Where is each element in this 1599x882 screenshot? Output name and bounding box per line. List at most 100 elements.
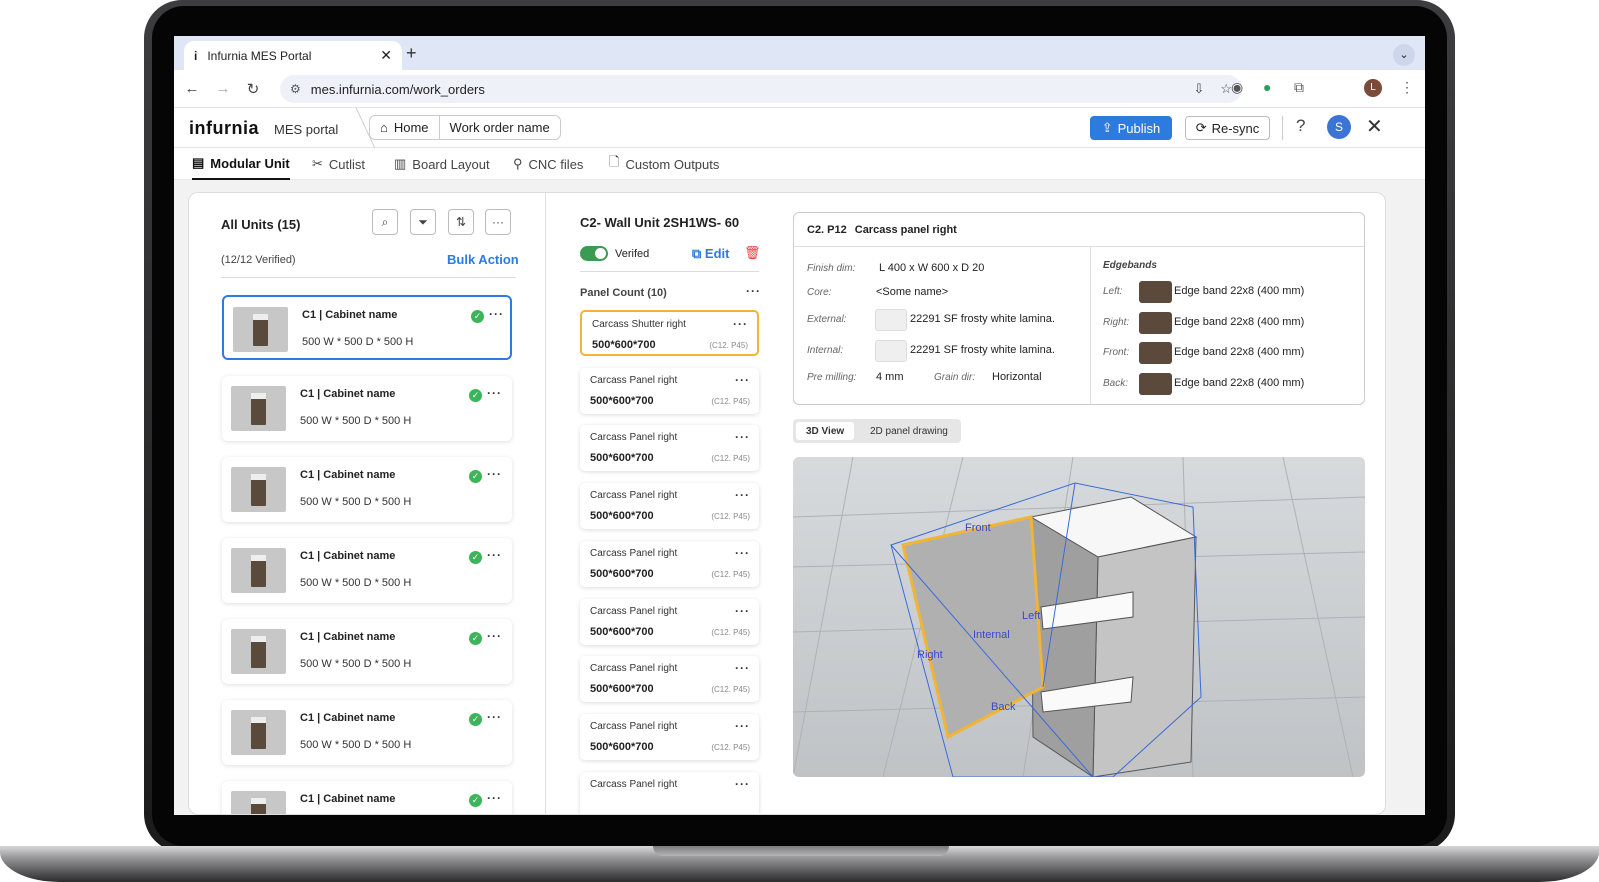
unit-more-icon[interactable]: ··· <box>487 791 502 805</box>
cutlist-icon: ✂ <box>312 156 323 171</box>
app-header: infurnia MES portal ⌂ Home Work order na… <box>174 108 1425 148</box>
unit-more-icon[interactable]: ··· <box>487 629 502 643</box>
panel-more-icon[interactable]: ··· <box>735 661 750 675</box>
panel-name: Carcass Panel right <box>590 490 678 502</box>
unit-card[interactable]: C1 | Cabinet name 500 W * 500 D * 500 H ✓ ·… <box>222 619 512 684</box>
breadcrumb-work-order[interactable]: Work order name <box>438 116 560 139</box>
screen: i Infurnia MES Portal ✕ + ⌄ ← → ↻ ⚙ mes.… <box>174 36 1425 815</box>
site-info-icon[interactable]: ⚙ <box>290 82 301 96</box>
panel-card[interactable]: Carcass Panel right 500*600*700 (C12. P45)… <box>580 483 759 530</box>
portal-label: MES portal <box>274 122 339 137</box>
unit-more-icon[interactable]: ··· <box>487 467 502 481</box>
back-icon[interactable]: ← <box>177 80 207 97</box>
unit-thumbnail <box>233 307 288 352</box>
panel-more-icon[interactable]: ··· <box>735 604 750 618</box>
unit-name: C1 | Cabinet name <box>300 631 396 643</box>
unit-card[interactable]: C1 | Cabinet name500 W * 500 D * 500 H✓·… <box>222 376 512 441</box>
new-tab-icon[interactable]: + <box>406 43 417 64</box>
edit-button[interactable]: ⧉ Edit <box>692 246 729 262</box>
delete-icon[interactable]: 🗑 <box>744 245 761 261</box>
panel-card[interactable]: Carcass Panel right 500*600*700 (C12. P45)… <box>580 656 759 703</box>
address-bar[interactable]: ⚙ mes.infurnia.com/work_orders ⇩ ☆ <box>280 75 1242 103</box>
panel-card[interactable]: Carcass Shutter right 500*600*700 (C12. P4… <box>580 310 759 356</box>
verified-check-icon: ✓ <box>469 632 482 645</box>
browser-profile-avatar[interactable]: L <box>1364 79 1382 97</box>
panel-more-icon[interactable]: ··· <box>735 777 750 791</box>
tab-custom-outputs[interactable]: 🗋 Custom Outputs <box>609 148 719 180</box>
install-icon[interactable]: ⇩ <box>1193 81 1204 97</box>
units-title: All Units (15) <box>221 217 301 232</box>
panel-card[interactable]: Carcass Panel right 500*600*700 (C12. P45)… <box>580 367 759 414</box>
panel-code: (C12. P45) <box>711 627 750 637</box>
reload-icon[interactable]: ↻ <box>238 80 268 98</box>
unit-card[interactable]: C1 | Cabinet name500 W * 500 D * 500 H✓·… <box>222 457 512 522</box>
unit-thumbnail <box>231 629 286 674</box>
more-button[interactable]: ··· <box>485 209 511 235</box>
unit-dimensions: 500 W * 500 D * 500 H <box>300 658 412 670</box>
unit-more-icon[interactable]: ··· <box>487 386 502 400</box>
panel-more-icon[interactable]: ··· <box>735 546 750 560</box>
tab-3d-view[interactable]: 3D View <box>796 422 855 440</box>
cabinet-model <box>901 496 1198 777</box>
tab-cutlist[interactable]: ✂ Cutlist <box>312 148 365 180</box>
resync-button[interactable]: ⟳ Re-sync <box>1185 116 1270 140</box>
edgebands-title: Edgebands <box>1103 260 1157 271</box>
browser-menu-icon[interactable]: ⋮ <box>1400 79 1414 96</box>
panel-list-divider <box>580 271 759 272</box>
panel-count-more-icon[interactable]: ··· <box>746 284 761 298</box>
edgeband-swatch <box>1139 281 1172 303</box>
tab-close-icon[interactable]: ✕ <box>380 47 392 64</box>
forward-icon[interactable]: → <box>208 80 238 97</box>
panel-more-icon[interactable]: ··· <box>733 317 748 331</box>
unit-card[interactable]: C1 | Cabinet name500 W * 500 D * 500 H✓·… <box>222 538 512 603</box>
tab-title: Infurnia MES Portal <box>207 48 312 63</box>
unit-card[interactable]: C1 | Cabinet name500 W * 500 D * 500 H✓·… <box>222 295 512 360</box>
tab-2d-panel-drawing[interactable]: 2D panel drawing <box>860 422 958 440</box>
resync-label: Re-sync <box>1211 120 1260 136</box>
view-toggle: 3D View 2D panel drawing <box>793 419 961 443</box>
panel-name: Carcass Panel right <box>590 547 678 559</box>
panel-code: (C12. P45) <box>709 341 748 350</box>
panel-more-icon[interactable]: ··· <box>735 373 750 387</box>
grammarly-icon[interactable]: ● <box>1263 79 1271 95</box>
panel-card[interactable]: Carcass Panel right 500*600*700 (C12. P45)… <box>580 713 759 760</box>
tab-cnc-files[interactable]: ⚲ CNC files <box>513 148 583 180</box>
panel-card[interactable]: Carcass Panel right 500*600*700 (C12. P45)… <box>580 540 759 587</box>
panel-name: Carcass Shutter right <box>592 319 686 330</box>
panel-card[interactable]: Carcass Panel right ··· <box>580 771 759 814</box>
unit-card[interactable]: C1 | Cabinet name500 W * 500 D * 500 H✓·… <box>222 781 512 814</box>
sort-button[interactable]: ⇅ <box>448 209 474 235</box>
panel-card[interactable]: Carcass Panel right 500*600*700 (C12. P45)… <box>580 425 759 472</box>
help-icon[interactable]: ? <box>1296 116 1305 136</box>
unit-name: C1 | Cabinet name <box>300 712 396 724</box>
tab-search-icon[interactable]: ⌄ <box>1393 44 1415 66</box>
verified-toggle[interactable] <box>580 246 608 261</box>
unit-name: C1 | Cabinet name <box>300 469 396 481</box>
panel-code: (C12. P45) <box>711 685 750 695</box>
3d-viewer[interactable]: Front Left Internal Right Back <box>793 457 1365 777</box>
search-button[interactable]: ⌕ <box>372 209 398 235</box>
tab-label: CNC files <box>528 156 584 172</box>
unit-more-icon[interactable]: ··· <box>489 307 504 321</box>
panel-code: (C12. P45) <box>711 569 750 579</box>
breadcrumb-home[interactable]: ⌂ Home <box>370 116 439 139</box>
extensions-icon[interactable]: ⧉ <box>1294 79 1304 96</box>
bulk-action-button[interactable]: Bulk Action <box>447 252 519 267</box>
unit-more-icon[interactable]: ··· <box>487 710 502 724</box>
user-avatar[interactable]: S <box>1327 115 1351 139</box>
unit-card[interactable]: C1 | Cabinet name500 W * 500 D * 500 H✓·… <box>222 700 512 765</box>
publish-button[interactable]: ⇪ Publish <box>1090 116 1172 140</box>
panel-card[interactable]: Carcass Panel right 500*600*700 (C12. P45)… <box>580 598 759 645</box>
close-icon[interactable]: ✕ <box>1366 114 1383 139</box>
tab-board-layout[interactable]: ▥ Board Layout <box>394 148 490 180</box>
camera-icon[interactable]: ◉ <box>1231 79 1243 96</box>
filter-button[interactable]: ⏷ <box>410 209 436 235</box>
panel-more-icon[interactable]: ··· <box>735 719 750 733</box>
panel-more-icon[interactable]: ··· <box>735 488 750 502</box>
breadcrumb-work-order-label: Work order name <box>449 120 550 135</box>
tab-modular-unit[interactable]: ▤ Modular Unit <box>192 148 290 180</box>
unit-more-icon[interactable]: ··· <box>487 548 502 562</box>
more-icon: ··· <box>492 215 504 229</box>
panel-more-icon[interactable]: ··· <box>735 430 750 444</box>
browser-tab[interactable]: i Infurnia MES Portal ✕ <box>184 41 402 70</box>
